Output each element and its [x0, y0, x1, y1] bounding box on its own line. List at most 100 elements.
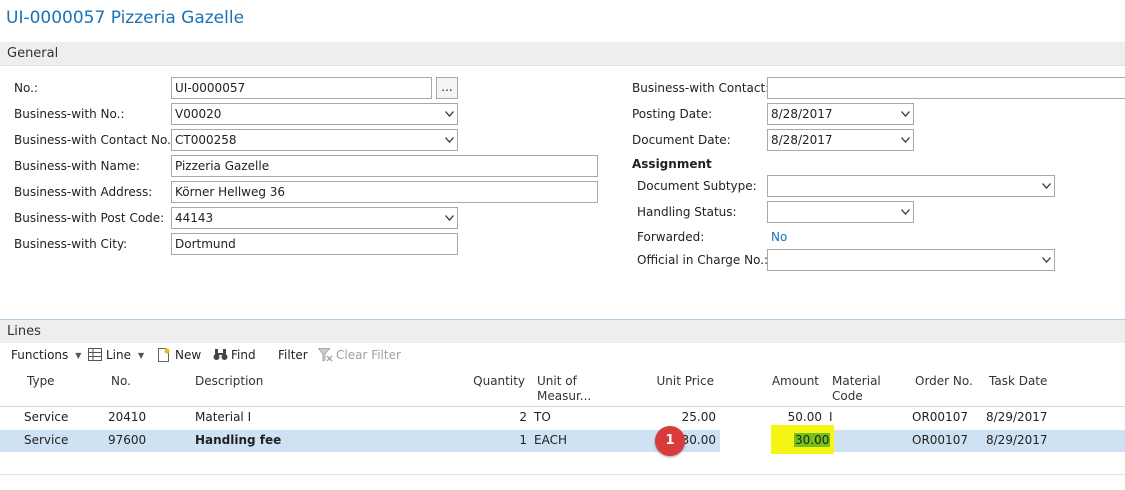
clear-filter-label: Clear Filter — [336, 348, 401, 362]
cell-description: Material I — [195, 410, 252, 424]
assignment-heading: Assignment — [632, 157, 712, 171]
business-with-address-field[interactable]: Körner Hellweg 36 — [171, 181, 598, 203]
label-document-subtype: Document Subtype: — [637, 179, 757, 193]
business-with-no-value: V00020 — [175, 107, 222, 121]
business-with-city-field[interactable]: Dortmund — [171, 233, 458, 255]
line-label: Line — [106, 348, 132, 362]
no-field-value: UI-0000057 — [175, 81, 246, 95]
col-header-material-code[interactable]: Material Code — [832, 374, 881, 404]
forwarded-value[interactable]: No — [771, 230, 787, 244]
cell-description: Handling fee — [195, 433, 282, 447]
chevron-down-icon — [445, 137, 454, 143]
business-with-contact-no-value: CT000258 — [175, 133, 237, 147]
cell-quantity: 1 — [519, 433, 527, 447]
chevron-down-icon — [901, 137, 910, 143]
find-label: Find — [231, 348, 256, 362]
label-business-with-city: Business-with City: — [14, 237, 128, 251]
table-row[interactable]: Service 20410 Material I 2 TO 25.00 50.0… — [0, 407, 1125, 429]
page-title: UI-0000057 Pizzeria Gazelle — [6, 8, 245, 28]
clear-filter-button[interactable]: Clear Filter — [317, 348, 401, 362]
cell-order-no: OR00107 — [912, 433, 968, 447]
lines-grid-header: Type No. Description Quantity Unit of Me… — [0, 369, 1125, 407]
label-posting-date: Posting Date: — [632, 107, 713, 121]
binoculars-icon — [213, 348, 228, 362]
cell-unit: EACH — [534, 433, 567, 447]
label-business-with-contact-no: Business-with Contact No.: — [14, 133, 175, 147]
line-menu[interactable]: Line ▼ — [88, 348, 144, 362]
business-with-post-code-dropdown[interactable]: 44143 — [171, 207, 458, 229]
document-date-dropdown[interactable]: 8/28/2017 — [767, 129, 914, 151]
caret-down-icon: ▼ — [138, 350, 145, 360]
col-header-amount[interactable]: Amount — [750, 374, 819, 389]
functions-label: Functions — [11, 348, 69, 362]
label-handling-status: Handling Status: — [637, 205, 737, 219]
business-with-contact-field[interactable] — [767, 77, 1125, 99]
posting-date-value: 8/28/2017 — [771, 107, 833, 121]
cell-order-no: OR00107 — [912, 410, 968, 424]
business-with-name-value: Pizzeria Gazelle — [175, 159, 270, 173]
cell-task-date: 8/29/2017 — [986, 433, 1048, 447]
official-in-charge-no-dropdown[interactable] — [767, 249, 1055, 271]
table-row-selected[interactable]: Service 97600 Handling fee 1 EACH 30.00 … — [0, 430, 1125, 452]
find-button[interactable]: Find — [213, 348, 256, 362]
label-business-with-no: Business-with No.: — [14, 107, 125, 121]
col-header-material-line1: Material — [832, 374, 881, 388]
handling-status-dropdown[interactable] — [767, 201, 914, 223]
clear-filter-icon — [317, 348, 333, 362]
new-label: New — [175, 348, 202, 362]
business-with-contact-no-dropdown[interactable]: CT000258 — [171, 129, 458, 151]
label-no: No.: — [14, 81, 38, 95]
col-header-type[interactable]: Type — [27, 374, 55, 389]
cell-no: 20410 — [108, 410, 147, 424]
cell-type: Service — [24, 410, 69, 424]
col-header-unit-of-measure[interactable]: Unit of Measur... — [537, 374, 591, 404]
filter-label: Filter — [278, 348, 308, 362]
chevron-down-icon — [901, 209, 910, 215]
caret-down-icon: ▼ — [75, 350, 82, 360]
assist-edit-button[interactable]: ... — [436, 77, 458, 99]
col-header-no[interactable]: No. — [111, 374, 131, 389]
label-business-with-address: Business-with Address: — [14, 185, 153, 199]
cell-no: 97600 — [108, 433, 147, 447]
business-with-name-field[interactable]: Pizzeria Gazelle — [171, 155, 598, 177]
posting-date-dropdown[interactable]: 8/28/2017 — [767, 103, 914, 125]
business-with-post-code-value: 44143 — [175, 211, 214, 225]
label-business-with-name: Business-with Name: — [14, 159, 140, 173]
label-forwarded: Forwarded: — [637, 230, 705, 244]
col-header-unit-price[interactable]: Unit Price — [630, 374, 714, 389]
chevron-down-icon — [445, 111, 454, 117]
chevron-down-icon — [1042, 257, 1051, 263]
label-business-with-contact: Business-with Contact: — [632, 81, 770, 95]
document-date-value: 8/28/2017 — [771, 133, 833, 147]
section-header-lines[interactable]: Lines — [0, 319, 1125, 343]
chevron-down-icon — [901, 111, 910, 117]
filter-button[interactable]: Filter — [278, 348, 308, 362]
cell-type: Service — [24, 433, 69, 447]
section-header-general[interactable]: General — [0, 42, 1125, 66]
col-header-description[interactable]: Description — [195, 374, 263, 389]
cell-material-code: I — [829, 410, 833, 424]
col-header-quantity[interactable]: Quantity — [460, 374, 525, 389]
callout-badge: 1 — [655, 426, 685, 456]
business-with-address-value: Körner Hellweg 36 — [175, 185, 286, 199]
cell-unit-price: 25.00 — [681, 410, 716, 424]
chevron-down-icon — [445, 215, 454, 221]
cell-amount: 50.00 — [787, 410, 822, 424]
no-field[interactable]: UI-0000057 — [171, 77, 432, 99]
grid-icon — [88, 348, 102, 362]
label-document-date: Document Date: — [632, 133, 731, 147]
label-business-with-post-code: Business-with Post Code: — [14, 211, 165, 225]
lines-toolbar: Functions ▼ Line ▼ New Find Filter Clear… — [0, 344, 1125, 368]
new-button[interactable]: New — [157, 348, 201, 362]
business-with-city-value: Dortmund — [175, 237, 236, 251]
document-subtype-dropdown[interactable] — [767, 175, 1055, 197]
label-official-in-charge-no: Official in Charge No.: — [637, 253, 769, 267]
col-header-order-no[interactable]: Order No. — [915, 374, 973, 389]
col-header-task-date[interactable]: Task Date — [989, 374, 1047, 389]
unit-price-edit-cell[interactable] — [720, 430, 772, 452]
cell-amount-highlighted[interactable]: 30.00 — [794, 433, 831, 447]
col-header-unit-line1: Unit of — [537, 374, 577, 388]
functions-menu[interactable]: Functions ▼ — [11, 348, 81, 362]
cell-unit: TO — [534, 410, 551, 424]
business-with-no-dropdown[interactable]: V00020 — [171, 103, 458, 125]
